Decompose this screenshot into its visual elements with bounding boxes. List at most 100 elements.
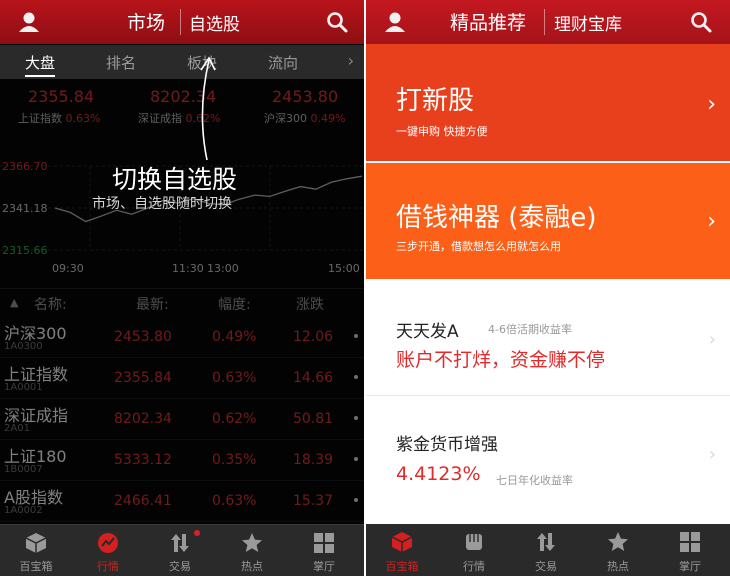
banner-subtitle: 一键申购 快捷方便 [396, 125, 488, 138]
grid-icon [680, 532, 700, 552]
nav-label: 行情 [97, 560, 119, 573]
table-row[interactable]: A股指数 1A0002 2466.41 0.63% 15.37 [0, 481, 364, 522]
tab-recommend[interactable]: 精品推荐 [450, 8, 526, 35]
sort-up-icon[interactable]: ▲ [10, 296, 18, 309]
col-header-pct[interactable]: 幅度: [218, 294, 251, 314]
nav-label: 掌厅 [313, 560, 335, 573]
bottom-nav: 百宝箱 行情 交易 热点 掌厅 [0, 524, 364, 576]
nav-hall[interactable]: 掌厅 [288, 525, 360, 576]
y-tick-label: 2315.66 [2, 244, 48, 257]
header-divider [544, 9, 545, 35]
recommend-header: 精品推荐 理财宝库 [366, 0, 730, 44]
nav-toolbox[interactable]: 百宝箱 [366, 524, 438, 575]
col-header-latest[interactable]: 最新: [136, 294, 169, 314]
x-tick-label: 11:30 [172, 262, 204, 275]
row-code: 2A01 [4, 423, 30, 434]
row-code: 1A0001 [4, 382, 43, 393]
guide-arrow-icon [200, 56, 216, 161]
nav-toolbox[interactable]: 百宝箱 [0, 525, 72, 576]
nav-hall[interactable]: 掌厅 [654, 524, 726, 575]
row-code: 1A0300 [4, 341, 43, 352]
nav-trade[interactable]: 交易 [510, 524, 582, 575]
table-row[interactable]: 沪深300 1A0300 2453.80 0.49% 12.06 [0, 317, 364, 358]
banner-title: 打新股 [396, 86, 475, 116]
fund-desc: 4-6倍活期收益率 [488, 323, 572, 336]
row-code: 1A0002 [4, 505, 43, 516]
banner-subtitle: 三步开通，借款想怎么用就怎么用 [396, 240, 561, 253]
nav-hot[interactable]: 热点 [216, 525, 288, 576]
chevron-right-icon: › [707, 209, 716, 234]
bottom-nav: 百宝箱 行情 交易 热点 掌厅 [366, 524, 730, 576]
row-pct: 0.63% [212, 493, 257, 509]
nav-trade[interactable]: 交易 [144, 525, 216, 576]
tab-watchlist[interactable]: 自选股 [189, 10, 240, 35]
nav-market[interactable]: 行情 [438, 524, 510, 575]
row-latest: 2453.80 [114, 329, 172, 345]
row-dot-icon [354, 498, 358, 502]
nav-label: 交易 [169, 560, 191, 573]
loan-banner[interactable]: 借钱神器 (泰融e) 三步开通，借款想怎么用就怎么用 › [366, 163, 730, 279]
chevron-right-icon[interactable]: › [348, 51, 354, 70]
y-tick-label: 2366.70 [2, 160, 48, 173]
fund-desc: 七日年化收益率 [496, 474, 573, 487]
row-change: 15.37 [293, 493, 334, 509]
fund-yield: 4.4123% [396, 463, 481, 485]
header-divider [180, 9, 181, 35]
fund-item[interactable]: 天天发A 4-6倍活期收益率 账户不打烊，资金赚不停 › [366, 281, 730, 396]
ipo-subscribe-banner[interactable]: 打新股 一键申购 快捷方便 › [366, 44, 730, 161]
row-code: 1B0007 [4, 464, 43, 475]
banner-title: 借钱神器 (泰融e) [396, 203, 597, 233]
fund-name: 天天发A [396, 322, 459, 342]
row-dot-icon [354, 416, 358, 420]
col-header-name[interactable]: 名称: [34, 294, 67, 314]
x-tick-label: 15:00 [328, 262, 360, 275]
sub-tab-overview[interactable]: 大盘 [25, 52, 56, 77]
market-sub-tabs: 大盘 排名 板块 流向 › [0, 45, 364, 79]
search-icon[interactable] [324, 9, 350, 35]
row-dot-icon [354, 334, 358, 338]
nav-label: 热点 [607, 560, 629, 573]
quote-icon [98, 533, 118, 553]
tab-wealth-library[interactable]: 理财宝库 [554, 10, 622, 35]
nav-label: 百宝箱 [385, 560, 419, 573]
y-tick-label: 2341.18 [2, 202, 48, 215]
table-row[interactable]: 深证成指 2A01 8202.34 0.62% 50.81 [0, 399, 364, 440]
table-row[interactable]: 上证180 1B0007 5333.12 0.35% 18.39 [0, 440, 364, 481]
nav-market[interactable]: 行情 [72, 525, 144, 576]
nav-label: 行情 [463, 560, 485, 573]
cube-icon [391, 532, 413, 552]
tab-market[interactable]: 市场 [127, 8, 165, 35]
x-tick-label: 13:00 [207, 262, 239, 275]
user-icon[interactable] [382, 9, 408, 35]
index-label[interactable]: 沪深300 0.49% [264, 110, 345, 126]
row-pct: 0.49% [212, 329, 257, 345]
fund-name: 紫金货币增强 [396, 435, 498, 455]
grid-icon [314, 533, 334, 553]
user-icon[interactable] [16, 9, 42, 35]
row-dot-icon [354, 375, 358, 379]
table-row[interactable]: 上证指数 1A0001 2355.84 0.63% 14.66 [0, 358, 364, 399]
market-screen: 市场 自选股 大盘 排名 板块 流向 › 2355.84 上证指数 0.63% … [0, 0, 364, 576]
index-value: 2355.84 [28, 87, 95, 106]
nav-hot[interactable]: 热点 [582, 524, 654, 575]
quote-table-header: ▲ 名称: 最新: 幅度: 涨跌 [0, 288, 364, 317]
guide-subtitle: 市场、自选股随时切换 [92, 196, 232, 212]
nav-label: 交易 [535, 560, 557, 573]
fist-icon [466, 534, 482, 550]
nav-label: 掌厅 [679, 560, 701, 573]
row-latest: 2466.41 [114, 493, 172, 509]
sub-tab-ranking[interactable]: 排名 [106, 52, 136, 73]
row-latest: 8202.34 [114, 411, 172, 427]
row-dot-icon [354, 457, 358, 461]
row-pct: 0.35% [212, 452, 257, 468]
row-change: 14.66 [293, 370, 334, 386]
chevron-right-icon: › [708, 329, 716, 350]
search-icon[interactable] [688, 9, 714, 35]
sub-tab-flow[interactable]: 流向 [268, 52, 298, 73]
col-header-change[interactable]: 涨跌 [296, 294, 324, 314]
fund-item[interactable]: 紫金货币增强 4.4123% 七日年化收益率 › [366, 396, 730, 518]
x-tick-label: 09:30 [52, 262, 84, 275]
nav-label: 百宝箱 [19, 560, 53, 573]
nav-label: 热点 [241, 560, 263, 573]
index-label[interactable]: 上证指数 0.63% [18, 110, 100, 126]
